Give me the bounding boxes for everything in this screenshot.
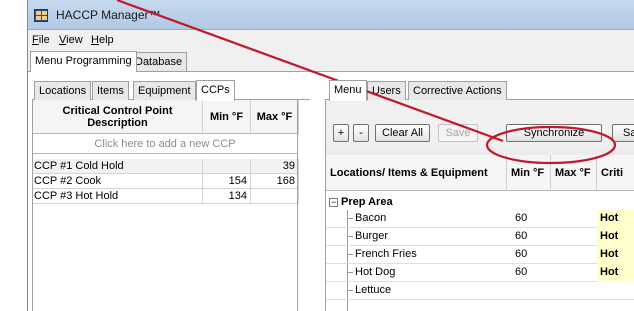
ccp-description[interactable]: CCP #3 Hot Hold: [34, 189, 203, 204]
menu-grid-header: Locations/ Items & Equipment Min °F Max …: [326, 155, 634, 191]
tab-items[interactable]: Items: [92, 81, 129, 100]
table-row[interactable]: CCP #2 Cook 154 168: [33, 174, 299, 189]
header-description[interactable]: Critical Control Point Description: [33, 100, 203, 134]
ccp-max[interactable]: 168: [251, 174, 299, 189]
expand-all-button[interactable]: +: [333, 124, 349, 142]
item-name: French Fries: [355, 248, 417, 260]
tab-menu[interactable]: Menu: [329, 80, 367, 101]
send-button[interactable]: Sa: [612, 124, 634, 142]
tab-locations[interactable]: Locations: [34, 81, 92, 100]
main-tab-strip: Menu Programming Database: [28, 50, 634, 72]
ccp-min[interactable]: 134: [203, 189, 251, 204]
header-min[interactable]: Min °F: [507, 155, 551, 191]
item-name: Burger: [355, 230, 389, 242]
menu-help[interactable]: Help: [91, 34, 114, 46]
header-location[interactable]: Locations/ Items & Equipment: [326, 155, 507, 191]
menu-view[interactable]: View: [59, 34, 83, 46]
header-min[interactable]: Min °F: [203, 100, 251, 134]
haccp-app-icon: [34, 9, 48, 22]
tab-content: Locations Items Equipment CCPs Critical …: [28, 72, 634, 311]
header-critical[interactable]: Criti: [597, 155, 634, 191]
menu-tab-body: + - Clear All Save Synchronize Sa Locati…: [325, 100, 634, 311]
tab-menu-programming[interactable]: Menu Programming: [30, 51, 137, 72]
left-tab-strip: Locations Items Equipment CCPs: [32, 80, 310, 101]
item-min[interactable]: 60: [515, 266, 527, 278]
menu-toolbar: + - Clear All Save Synchronize Sa: [326, 100, 634, 148]
item-critical[interactable]: Hot: [597, 210, 634, 228]
tab-equipment[interactable]: Equipment: [133, 81, 196, 100]
ccp-min[interactable]: 154: [203, 174, 251, 189]
list-item[interactable]: Bacon 60 Hot: [326, 210, 634, 228]
clear-all-button[interactable]: Clear All: [375, 124, 430, 142]
ccp-panel: Locations Items Equipment CCPs Critical …: [32, 80, 310, 311]
item-name: Hot Dog: [355, 266, 396, 278]
header-max[interactable]: Max °F: [551, 155, 597, 191]
tab-corrective-actions[interactable]: Corrective Actions: [408, 81, 507, 100]
item-min[interactable]: 60: [515, 248, 527, 260]
list-item[interactable]: Lettuce: [326, 282, 634, 300]
menu-panel: Menu Users Corrective Actions + - Clear …: [325, 80, 634, 311]
group-prep-area[interactable]: − Prep Area: [326, 195, 634, 210]
right-tab-strip: Menu Users Corrective Actions: [325, 80, 634, 101]
menu-bar: File View Help: [28, 31, 634, 49]
list-item[interactable]: Burger 60 Hot: [326, 228, 634, 246]
app-window: HACCP Manager™ File View Help Menu Progr…: [27, 0, 634, 311]
item-critical[interactable]: Hot: [597, 264, 634, 282]
item-min[interactable]: 60: [515, 212, 527, 224]
item-name: Bacon: [355, 212, 387, 224]
list-item[interactable]: Hot Dog 60 Hot: [326, 264, 634, 282]
item-name: Lettuce: [355, 284, 392, 296]
tab-ccps[interactable]: CCPs: [196, 80, 235, 101]
ccp-grid-header: Critical Control Point Description Min °…: [33, 100, 299, 134]
title-bar: HACCP Manager™: [28, 0, 634, 30]
menu-grid: Locations/ Items & Equipment Min °F Max …: [326, 155, 634, 311]
tab-database[interactable]: Database: [130, 52, 188, 71]
window-title: HACCP Manager™: [56, 8, 161, 22]
add-ccp-row[interactable]: Click here to add a new CCP: [33, 134, 297, 154]
ccp-max[interactable]: 39: [251, 159, 299, 174]
list-item[interactable]: French Fries 60 Hot: [326, 246, 634, 264]
table-row[interactable]: CCP #3 Hot Hold 134: [33, 189, 299, 204]
header-max[interactable]: Max °F: [251, 100, 299, 134]
save-button[interactable]: Save: [438, 124, 478, 142]
item-critical[interactable]: Hot: [597, 246, 634, 264]
ccp-min[interactable]: [203, 159, 251, 174]
collapse-all-button[interactable]: -: [353, 124, 369, 142]
ccp-grid: Critical Control Point Description Min °…: [32, 100, 299, 311]
collapse-icon[interactable]: −: [329, 198, 338, 207]
table-row[interactable]: CCP #1 Cold Hold 39: [33, 159, 299, 174]
tab-users[interactable]: Users: [367, 81, 406, 100]
group-label: Prep Area: [341, 196, 393, 208]
menu-file[interactable]: File: [32, 34, 50, 46]
ccp-description[interactable]: CCP #2 Cook: [34, 174, 203, 189]
item-min[interactable]: 60: [515, 230, 527, 242]
ccp-max[interactable]: [251, 189, 299, 204]
ccp-description[interactable]: CCP #1 Cold Hold: [34, 159, 203, 174]
synchronize-button[interactable]: Synchronize: [506, 124, 602, 142]
item-critical[interactable]: Hot: [597, 228, 634, 246]
